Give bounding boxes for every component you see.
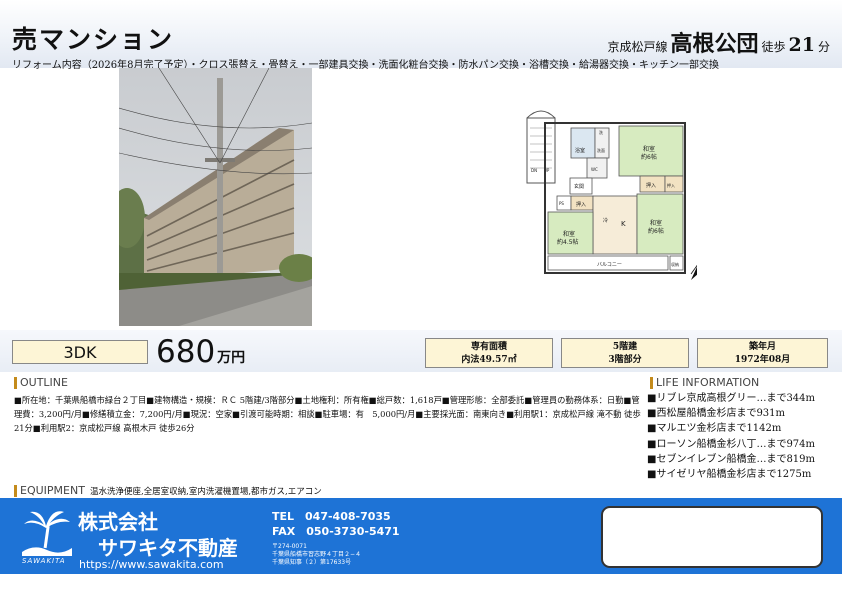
company-name-1: 株式会社 — [78, 510, 158, 534]
company-address: 〒274-0071 千葉県船橋市習志野４丁目２−４ 千葉県知事（２）第17633… — [272, 543, 361, 567]
price-value: 680 — [156, 334, 216, 370]
price-unit: 万円 — [217, 350, 246, 366]
built-label: 築年月 — [748, 342, 776, 352]
license-number: 千葉県知事（２）第17633号 — [272, 559, 352, 566]
equipment-text: 温水洗浄便座,全居室収納,室内洗濯機置場,都市ガス,エアコン — [89, 486, 322, 497]
company-name-2: サワキタ不動産 — [98, 536, 238, 560]
fp-wash: 洗面 — [597, 147, 605, 153]
fp-closet-3: 押入 — [576, 201, 586, 208]
fp-bath: 浴室 — [575, 147, 585, 154]
building-photo — [119, 68, 312, 326]
life-list: ■リブレ京成高根グリー…まで344m ■西松屋船橋金杉店まで931m ■マルエツ… — [647, 391, 837, 482]
built-value: 1972年08月 — [734, 355, 791, 365]
fp-room3-label: 和室 — [563, 230, 575, 238]
company-fax: FAX 050-3730-5471 — [272, 525, 400, 538]
list-item: ■ローソン船橋金杉八丁…まで974m — [647, 438, 816, 450]
floors-value: 3階部分 — [608, 355, 642, 365]
price: 680 万円 — [156, 334, 245, 370]
fp-room1-label: 和室 — [643, 145, 655, 153]
stamp-box — [601, 506, 823, 568]
built-spec: 築年月 1972年08月 — [697, 338, 828, 368]
fp-room2-size: 約6帖 — [648, 227, 664, 235]
fp-entrance: 玄関 — [574, 183, 584, 190]
floor-plan: DN UP 浴室 洗 洗面 WC 和室 約6帖 玄関 押入 押入 PS 押入 冷… — [515, 108, 702, 290]
equipment-section: EQUIPMENT 温水洗浄便座,全居室収納,室内洗濯機置場,都市ガス,エアコン — [14, 484, 322, 497]
fp-closet-1: 押入 — [646, 182, 656, 189]
list-item: ■マルエツ金杉店まで1142m — [647, 423, 782, 435]
equipment-heading: EQUIPMENT — [14, 484, 85, 497]
outline-text: ■所在地：千葉県船橋市緑台２丁目■建物構造・規模：ＲＣ 5階建/3階部分■土地権… — [14, 395, 641, 433]
fp-room3-size: 約4.5帖 — [557, 238, 579, 246]
fp-laundry: 洗 — [599, 129, 603, 135]
floors-spec: 5階建 3階部分 — [561, 338, 689, 368]
list-item: ■サイゼリヤ船橋金杉店まで1275m — [647, 469, 812, 481]
station-info: 京成松戸線 高根公団 徒歩 21 分 — [607, 26, 830, 58]
company-tel: TEL 047-408-7035 — [272, 510, 391, 523]
list-item: ■西松屋船橋金杉店まで931m — [647, 408, 786, 420]
outline-heading: OUTLINE — [14, 376, 68, 389]
palm-tree-logo-icon — [22, 508, 72, 556]
life-heading: LIFE INFORMATION — [650, 376, 759, 389]
equipment-heading-text: EQUIPMENT — [20, 484, 85, 497]
station-name: 高根公団 — [670, 31, 759, 57]
postal-code: 〒274-0071 — [272, 543, 307, 550]
fp-storage: 収納 — [671, 261, 679, 267]
walk-minutes: 21 — [788, 34, 815, 56]
list-item: ■リブレ京成高根グリー…まで344m — [647, 393, 816, 404]
layout-badge: 3DK — [12, 340, 148, 364]
walk-label: 徒歩 — [761, 40, 786, 54]
fp-room1-size: 約6帖 — [641, 153, 657, 161]
fp-dn: DN — [531, 168, 537, 173]
outline-heading-text: OUTLINE — [20, 376, 68, 389]
fp-kitchen: K — [621, 220, 626, 228]
fp-balcony: バルコニー — [597, 262, 622, 268]
fp-fridge: 冷 — [603, 217, 608, 224]
fp-closet-2: 押入 — [667, 182, 675, 188]
area-label: 専有面積 — [470, 342, 507, 352]
page-title: 売マンション — [12, 25, 175, 54]
walk-unit: 分 — [817, 40, 830, 54]
fp-room2-label: 和室 — [650, 219, 662, 227]
fp-ps: PS — [559, 201, 564, 206]
compass-icon — [690, 258, 702, 280]
area-spec: 専有面積 内法49.57㎡ — [425, 338, 553, 368]
heading-bar-icon — [650, 376, 653, 389]
floors-label: 5階建 — [612, 342, 638, 352]
fp-wc: WC — [591, 167, 598, 172]
heading-bar-icon — [14, 376, 17, 389]
logo-wordmark: SAWAKITA — [22, 557, 66, 565]
heading-bar-icon — [14, 484, 17, 497]
company-url[interactable]: https://www.sawakita.com — [79, 558, 224, 571]
address-line: 千葉県船橋市習志野４丁目２−４ — [272, 551, 362, 558]
area-value: 内法49.57㎡ — [461, 355, 517, 365]
list-item: ■セブンイレブン船橋金…まで819m — [647, 453, 816, 465]
station-line: 京成松戸線 — [607, 40, 668, 54]
life-heading-text: LIFE INFORMATION — [656, 376, 760, 389]
